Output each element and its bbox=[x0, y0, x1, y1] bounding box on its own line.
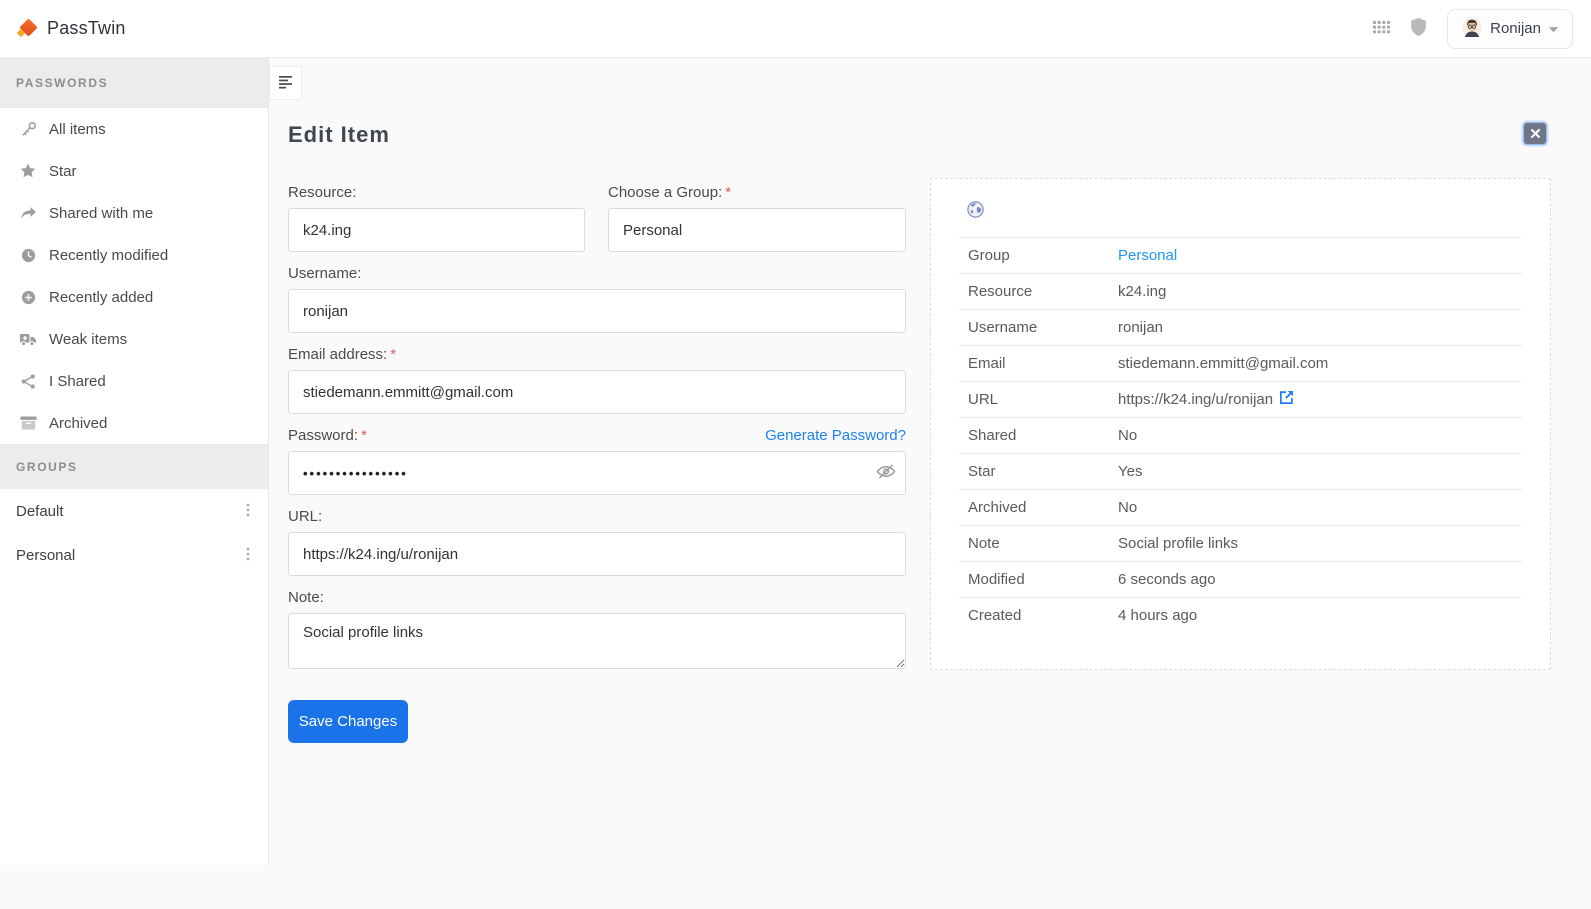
share-alt-icon bbox=[16, 373, 40, 390]
sidebar-item-label: Shared with me bbox=[49, 204, 154, 222]
security-shield-button[interactable] bbox=[1410, 17, 1427, 40]
sidebar-header-groups: GROUPS bbox=[0, 444, 268, 489]
url-label: URL: bbox=[288, 508, 323, 525]
open-url-external-link[interactable] bbox=[1280, 391, 1294, 408]
external-link-icon bbox=[1280, 391, 1294, 408]
archive-icon bbox=[16, 415, 40, 431]
sidebar-item-recently-added[interactable]: Recently added bbox=[0, 276, 268, 318]
detail-row-modified: Modified 6 seconds ago bbox=[959, 561, 1522, 597]
detail-row-star: Star Yes bbox=[959, 453, 1522, 489]
note-label: Note: bbox=[288, 589, 324, 606]
sidebar-item-all-items[interactable]: All items bbox=[0, 108, 268, 150]
sidebar-item-label: Recently modified bbox=[49, 246, 169, 264]
sidebar-item-star[interactable]: Star bbox=[0, 150, 268, 192]
group-menu-button[interactable] bbox=[242, 499, 254, 524]
sidebar: PASSWORDS All items Star Shared with me … bbox=[0, 58, 269, 909]
username-input[interactable] bbox=[288, 289, 906, 333]
sidebar-item-label: Star bbox=[49, 162, 77, 180]
detail-row-email: Email stiedemann.emmitt@gmail.com bbox=[959, 345, 1522, 381]
apps-grid-button[interactable] bbox=[1373, 20, 1391, 37]
star-icon bbox=[16, 162, 40, 180]
password-label: Password: * bbox=[288, 427, 367, 444]
group-input[interactable] bbox=[608, 208, 906, 252]
sidebar-item-label: I Shared bbox=[49, 372, 106, 390]
sidebar-item-label: Archived bbox=[49, 414, 108, 432]
save-changes-button[interactable]: Save Changes bbox=[288, 700, 408, 743]
sidebar-header-passwords: PASSWORDS bbox=[0, 58, 268, 108]
sidebar-item-shared-with-me[interactable]: Shared with me bbox=[0, 192, 268, 234]
detail-row-archived: Archived No bbox=[959, 489, 1522, 525]
email-input[interactable] bbox=[288, 370, 906, 414]
close-icon bbox=[1530, 126, 1540, 141]
sidebar-item-i-shared[interactable]: I Shared bbox=[0, 360, 268, 402]
user-name: Ronijan bbox=[1490, 20, 1541, 37]
kebab-icon bbox=[246, 503, 250, 520]
detail-row-resource: Resource k24.ing bbox=[959, 273, 1522, 309]
shield-icon bbox=[1410, 17, 1427, 40]
brand-logo-icon bbox=[16, 17, 38, 39]
note-textarea[interactable]: Social profile links bbox=[288, 613, 906, 669]
brand: PassTwin bbox=[16, 17, 126, 39]
detail-row-note: Note Social profile links bbox=[959, 525, 1522, 561]
detail-row-created: Created 4 hours ago bbox=[959, 597, 1522, 633]
sidebar-item-archived[interactable]: Archived bbox=[0, 402, 268, 444]
detail-row-url: URL https://k24.ing/u/ronijan bbox=[959, 381, 1522, 417]
resource-label: Resource: bbox=[288, 184, 357, 201]
brand-name: PassTwin bbox=[47, 18, 126, 38]
grid-icon bbox=[1373, 20, 1391, 37]
group-menu-button[interactable] bbox=[242, 543, 254, 568]
group-label: Choose a Group: * bbox=[608, 184, 732, 201]
sidebar-item-label: Weak items bbox=[49, 330, 128, 348]
clock-icon bbox=[16, 247, 40, 264]
sidebar-item-weak-items[interactable]: Weak items bbox=[0, 318, 268, 360]
username-label: Username: bbox=[288, 265, 362, 282]
generate-password-link[interactable]: Generate Password? bbox=[765, 427, 906, 444]
item-details-panel: Group Personal Resource k24.ing Username… bbox=[930, 178, 1551, 670]
sidebar-item-label: All items bbox=[49, 120, 106, 138]
plus-circle-icon bbox=[16, 289, 40, 306]
toggle-password-visibility-button[interactable] bbox=[876, 464, 896, 483]
sidebar-item-recently-modified[interactable]: Recently modified bbox=[0, 234, 268, 276]
password-input[interactable] bbox=[288, 451, 906, 495]
group-link[interactable]: Personal bbox=[1118, 247, 1177, 264]
key-icon bbox=[16, 121, 40, 138]
page-title: Edit Item bbox=[288, 122, 390, 147]
detail-row-shared: Shared No bbox=[959, 417, 1522, 453]
required-mark: * bbox=[361, 427, 367, 444]
forward-arrow-icon bbox=[16, 206, 40, 221]
align-left-icon bbox=[278, 75, 293, 92]
group-label: Personal bbox=[16, 546, 76, 564]
sidebar-group-default[interactable]: Default bbox=[0, 489, 268, 533]
url-input[interactable] bbox=[288, 532, 906, 576]
avatar bbox=[1462, 17, 1483, 40]
favicon-row bbox=[959, 193, 1522, 237]
sidebar-group-personal[interactable]: Personal bbox=[0, 533, 268, 577]
eye-slash-icon bbox=[876, 464, 896, 483]
resource-input[interactable] bbox=[288, 208, 585, 252]
main-content: Edit Item Resource: Choose a Group:* Use… bbox=[269, 58, 1591, 909]
topbar: PassTwin Ronijan bbox=[0, 0, 1591, 58]
caret-down-icon bbox=[1549, 21, 1558, 36]
edit-item-form: Resource: Choose a Group:* Username: Ema… bbox=[288, 184, 906, 743]
close-button[interactable] bbox=[1523, 122, 1547, 145]
globe-icon bbox=[967, 201, 984, 222]
required-mark: * bbox=[725, 184, 732, 201]
detail-row-username: Username ronijan bbox=[959, 309, 1522, 345]
sidebar-toggle-button[interactable] bbox=[269, 66, 302, 100]
group-label: Default bbox=[16, 502, 64, 520]
sidebar-item-label: Recently added bbox=[49, 288, 154, 306]
kebab-icon bbox=[246, 547, 250, 564]
ambulance-icon bbox=[16, 331, 40, 347]
topbar-right: Ronijan bbox=[1373, 8, 1573, 49]
detail-row-group: Group Personal bbox=[959, 237, 1522, 273]
required-mark: * bbox=[390, 346, 397, 363]
email-label: Email address: * bbox=[288, 346, 397, 363]
user-menu-button[interactable]: Ronijan bbox=[1447, 8, 1573, 49]
